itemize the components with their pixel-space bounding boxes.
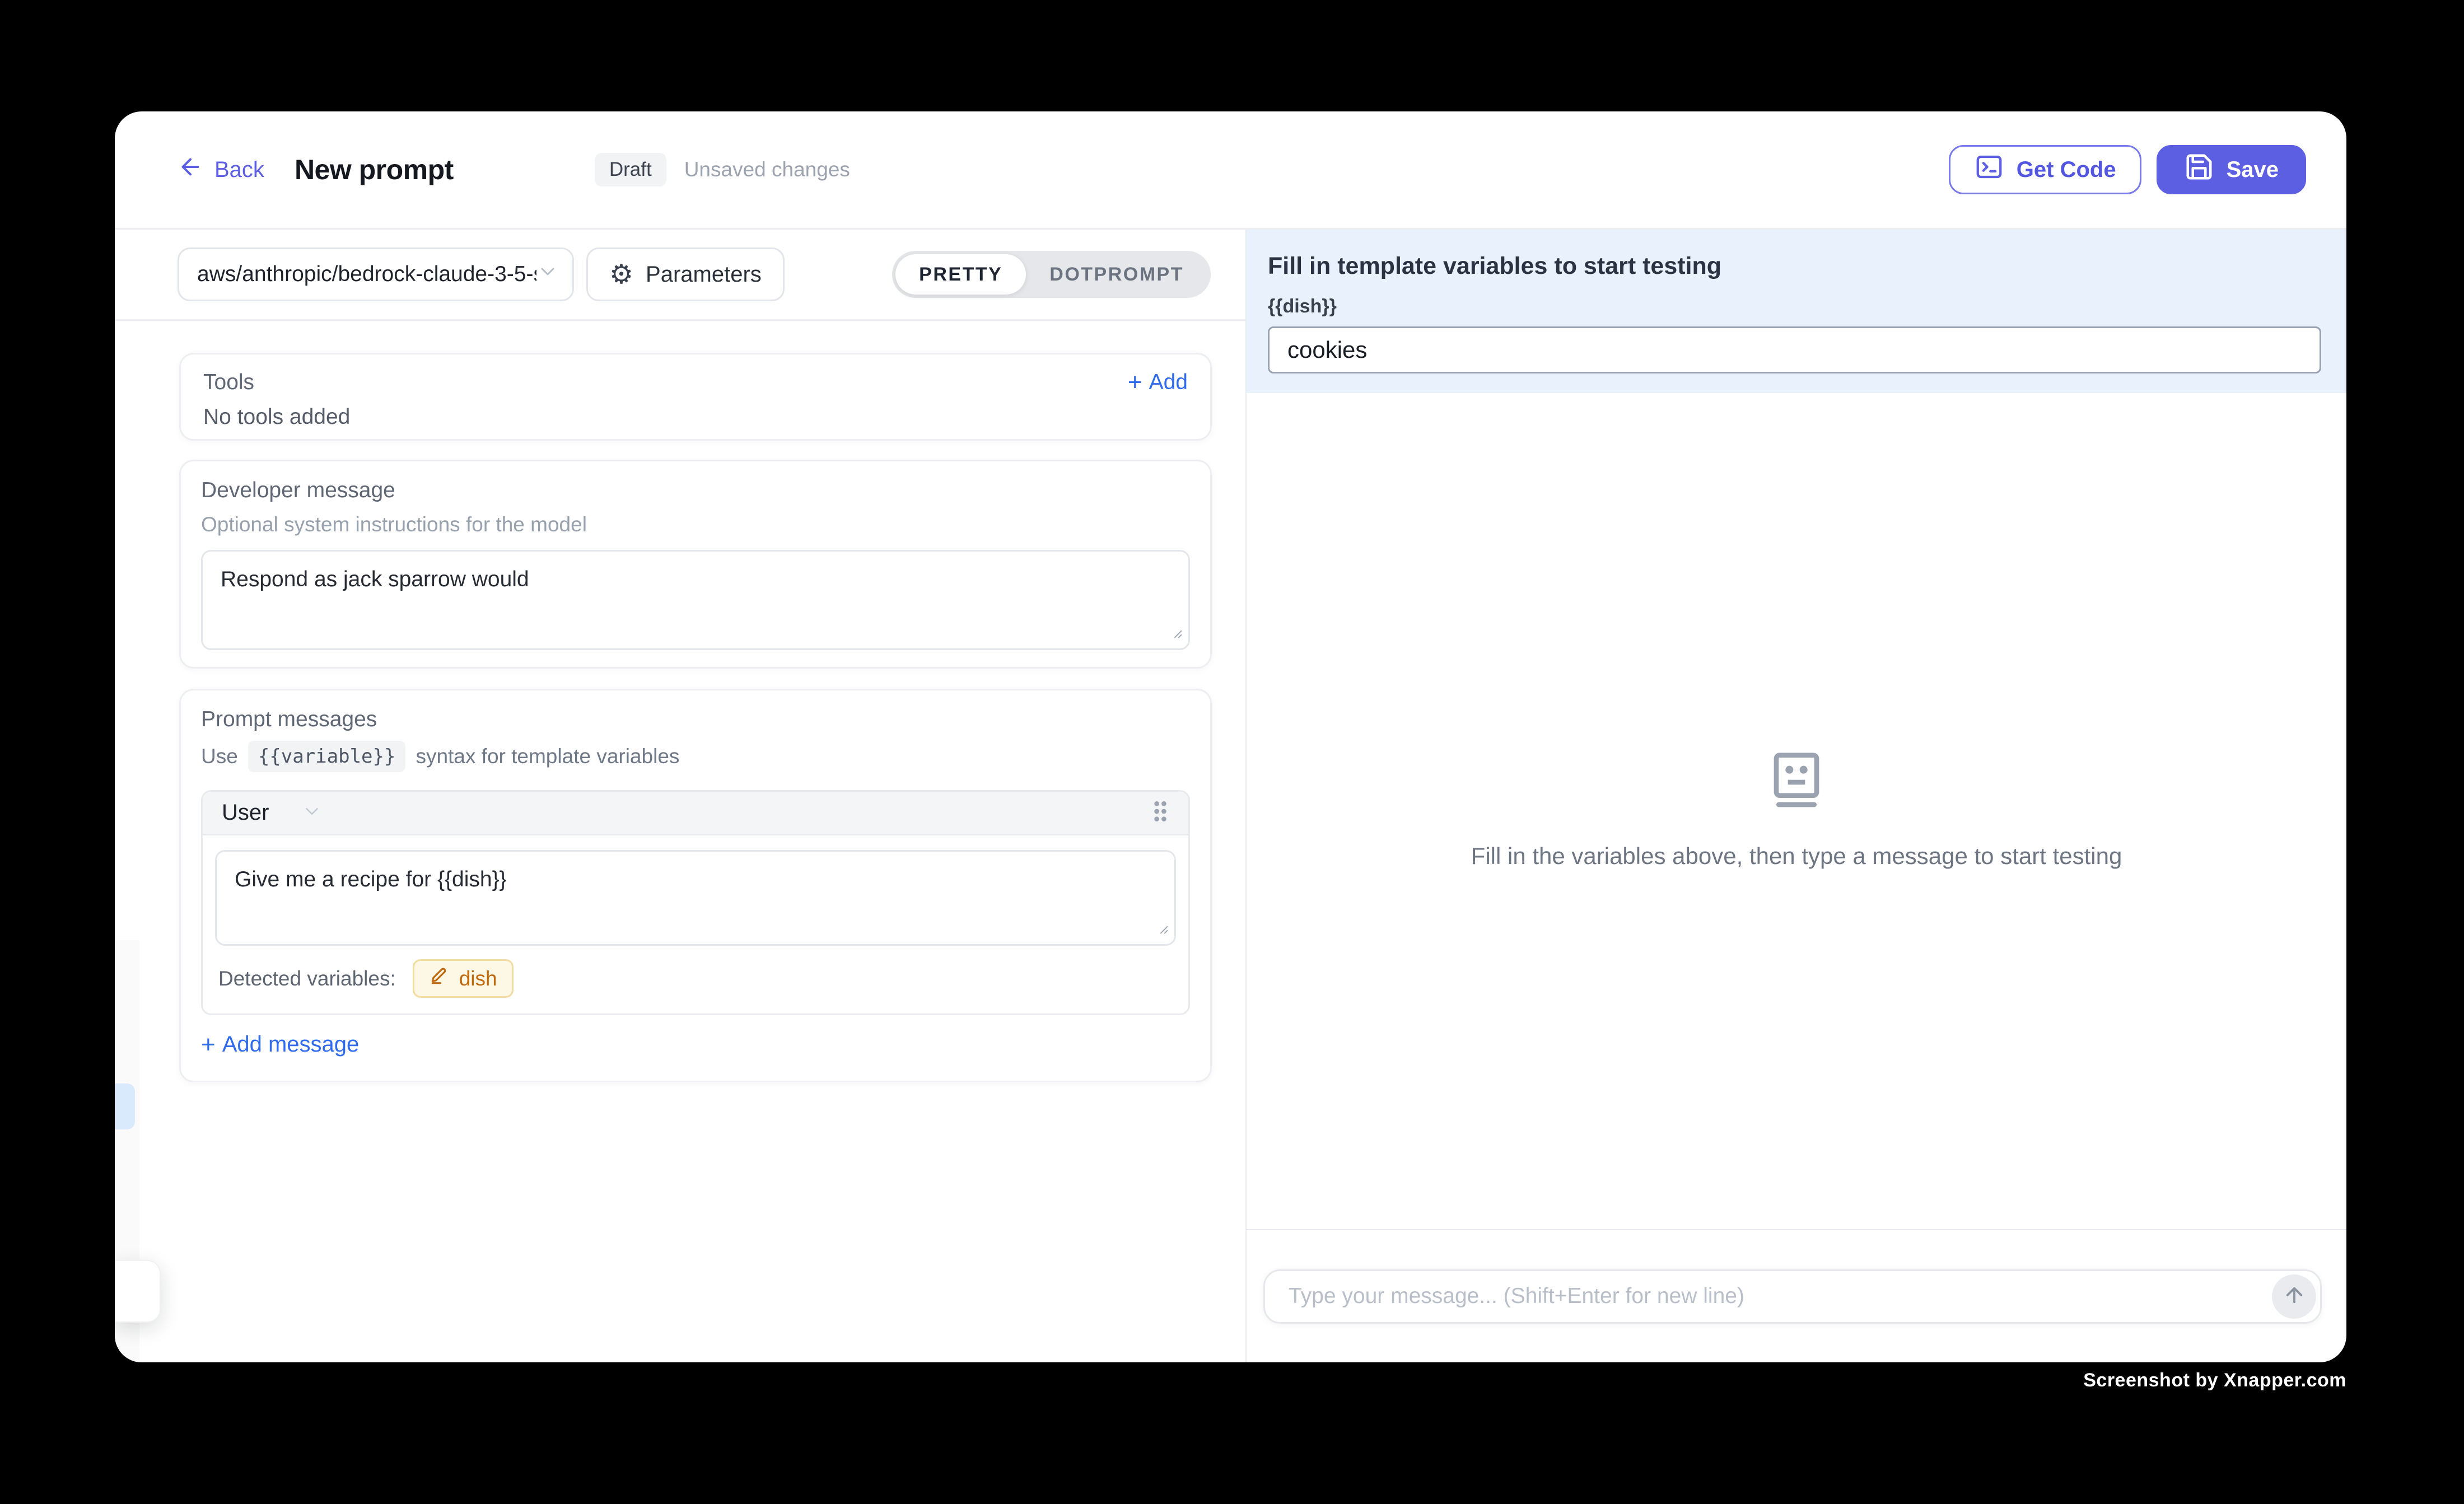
tools-card: Tools + Add No tools added [179,353,1212,441]
variable-chip-dish[interactable]: dish [413,959,514,998]
detected-variables-row: Detected variables: dish [215,946,1176,1013]
developer-message-subtitle: Optional system instructions for the mod… [201,513,1190,536]
test-panel: Fill in template variables to start test… [1245,230,2346,1362]
role-select[interactable]: User [222,800,323,825]
add-tool-button[interactable]: + Add [1128,370,1188,395]
unsaved-changes-note: Unsaved changes [684,158,850,181]
drag-handle-icon[interactable] [1151,798,1169,828]
developer-message-card: Developer message Optional system instru… [179,460,1212,669]
template-variables-title: Fill in template variables to start test… [1268,253,2321,280]
prompt-messages-card: Prompt messages Use {{variable}} syntax … [179,689,1212,1082]
chat-empty-text: Fill in the variables above, then type a… [1471,843,2122,870]
screenshot-watermark: Screenshot by Xnapper.com [2083,1370,2346,1391]
chat-message-input[interactable] [1263,1269,2322,1324]
header: Back New prompt Draft Unsaved changes Ge… [115,111,2346,230]
editor-scroll-area: Tools + Add No tools added Developer mes… [115,321,1245,1362]
chat-input-bar [1247,1229,2346,1362]
message-header: User [203,792,1188,835]
get-code-button[interactable]: Get Code [1949,145,2141,194]
user-message-textarea[interactable]: Give me a recipe for {{dish}} [215,850,1176,946]
template-variables-header: Fill in template variables to start test… [1247,230,2346,393]
editor-toolbar: aws/anthropic/bedrock-claude-3-5-s... ⚙ … [115,230,1245,321]
screen-background: Back New prompt Draft Unsaved changes Ge… [0,0,2464,1504]
save-button[interactable]: Save [2157,145,2306,194]
view-mode-toggle: PRETTY DOTPROMPT [892,251,1211,298]
app-window: Back New prompt Draft Unsaved changes Ge… [115,111,2346,1362]
parameters-label: Parameters [646,262,762,287]
parameters-button[interactable]: ⚙ Parameters [586,247,785,301]
model-selector[interactable]: aws/anthropic/bedrock-claude-3-5-s... [178,247,574,301]
resize-handle-icon[interactable] [1168,624,1183,642]
back-button[interactable]: Back [178,154,264,185]
variable-chip-label: dish [459,967,497,991]
dish-variable-input[interactable] [1268,326,2321,373]
chevron-down-icon [301,801,323,825]
add-message-label: Add message [222,1032,360,1057]
variable-syntax-chip: {{variable}} [248,741,406,772]
prompt-messages-title: Prompt messages [201,707,1190,732]
plus-icon: + [201,1033,216,1057]
get-code-label: Get Code [2017,157,2116,183]
chevron-down-icon [536,260,559,288]
toggle-dotprompt[interactable]: DOTPROMPT [1026,254,1207,295]
developer-message-title: Developer message [201,478,1190,503]
add-message-button[interactable]: + Add message [201,1032,1190,1057]
terminal-icon [1974,152,2004,188]
add-tool-label: Add [1149,370,1188,395]
tools-empty-text: No tools added [203,405,1188,429]
editor-panel: aws/anthropic/bedrock-claude-3-5-s... ⚙ … [115,230,1245,1362]
save-floppy-icon [2184,152,2214,188]
resize-handle-icon[interactable] [1154,919,1169,938]
edit-pencil-icon [429,965,450,992]
arrow-up-icon [2283,1283,2306,1310]
toggle-pretty[interactable]: PRETTY [895,254,1026,295]
role-label: User [222,800,269,825]
page-title: New prompt [295,153,454,186]
hint-suffix: syntax for template variables [416,745,679,768]
plus-icon: + [1128,370,1142,395]
partial-left-popover [115,1260,161,1323]
developer-message-textarea[interactable]: Respond as jack sparrow would [201,550,1190,650]
robot-face-icon [1766,753,1827,811]
model-selector-value: aws/anthropic/bedrock-claude-3-5-s... [197,262,536,287]
gear-icon: ⚙ [609,261,633,288]
detected-variables-label: Detected variables: [218,967,396,991]
dish-variable-label: {{dish}} [1268,296,2321,317]
status-badge: Draft [595,153,666,186]
tools-title: Tools [203,370,254,395]
partial-left-rail-highlight [115,1083,135,1129]
save-label: Save [2227,157,2279,183]
back-arrow-icon [178,154,203,185]
hint-prefix: Use [201,745,238,768]
back-label: Back [214,157,264,183]
template-syntax-hint: Use {{variable}} syntax for template var… [201,741,1190,772]
chat-empty-state: Fill in the variables above, then type a… [1247,393,2346,1229]
message-block: User [201,790,1190,1015]
send-message-button[interactable] [2272,1274,2316,1319]
